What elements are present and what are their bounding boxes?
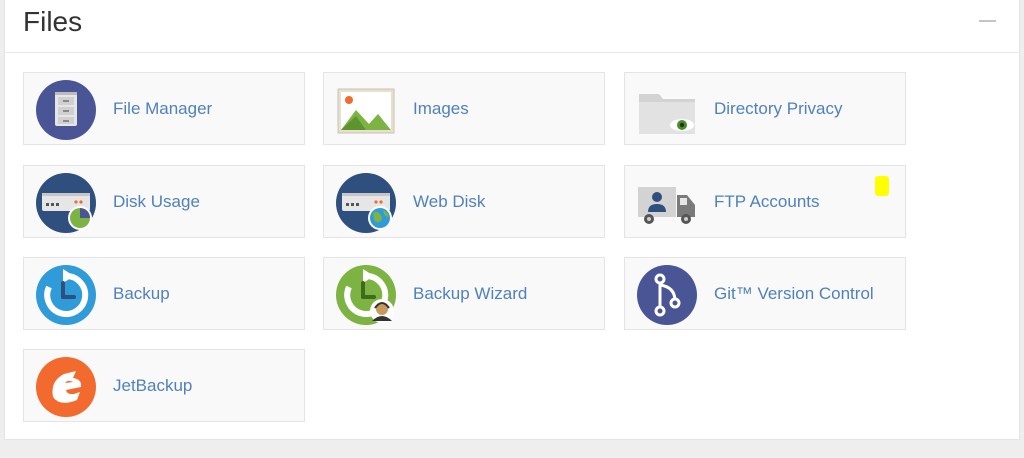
web-disk-label: Web Disk — [413, 192, 486, 211]
web-disk-icon — [336, 173, 396, 233]
ftp-accounts-icon — [637, 173, 697, 233]
highlight-marker — [875, 176, 889, 196]
jetbackup-icon — [36, 357, 96, 417]
collapse-panel-button[interactable] — [979, 12, 997, 30]
file-manager-tile[interactable]: File Manager — [23, 72, 305, 145]
minus-icon — [979, 20, 996, 22]
jetbackup-tile[interactable]: JetBackup — [23, 349, 305, 422]
images-label: Images — [413, 99, 469, 118]
directory-privacy-icon — [637, 80, 697, 140]
disk-usage-tile[interactable]: Disk Usage — [23, 165, 305, 238]
panel-header: Files — [5, 0, 1019, 53]
backup-wizard-icon — [336, 265, 396, 325]
backup-icon — [36, 265, 96, 325]
disk-usage-label: Disk Usage — [113, 192, 200, 211]
git-version-control-label: Git™ Version Control — [714, 284, 874, 303]
backup-tile[interactable]: Backup — [23, 257, 305, 330]
ftp-accounts-tile[interactable]: FTP Accounts — [624, 165, 906, 238]
ftp-accounts-label: FTP Accounts — [714, 192, 820, 211]
git-version-control-icon — [637, 265, 697, 325]
file-manager-label: File Manager — [113, 99, 213, 118]
directory-privacy-label: Directory Privacy — [714, 99, 843, 118]
backup-wizard-label: Backup Wizard — [413, 284, 528, 303]
git-version-control-tile[interactable]: Git™ Version Control — [624, 257, 906, 330]
disk-usage-icon — [36, 173, 96, 233]
panel-title: Files — [23, 6, 83, 37]
images-tile[interactable]: Images — [323, 72, 605, 145]
directory-privacy-tile[interactable]: Directory Privacy — [624, 72, 906, 145]
backup-wizard-tile[interactable]: Backup Wizard — [323, 257, 605, 330]
file-manager-icon — [36, 80, 96, 140]
images-icon — [336, 80, 396, 140]
jetbackup-label: JetBackup — [113, 376, 193, 395]
backup-label: Backup — [113, 284, 170, 303]
web-disk-tile[interactable]: Web Disk — [323, 165, 605, 238]
files-panel: Files File Manager Images Directory Priv… — [4, 0, 1020, 440]
